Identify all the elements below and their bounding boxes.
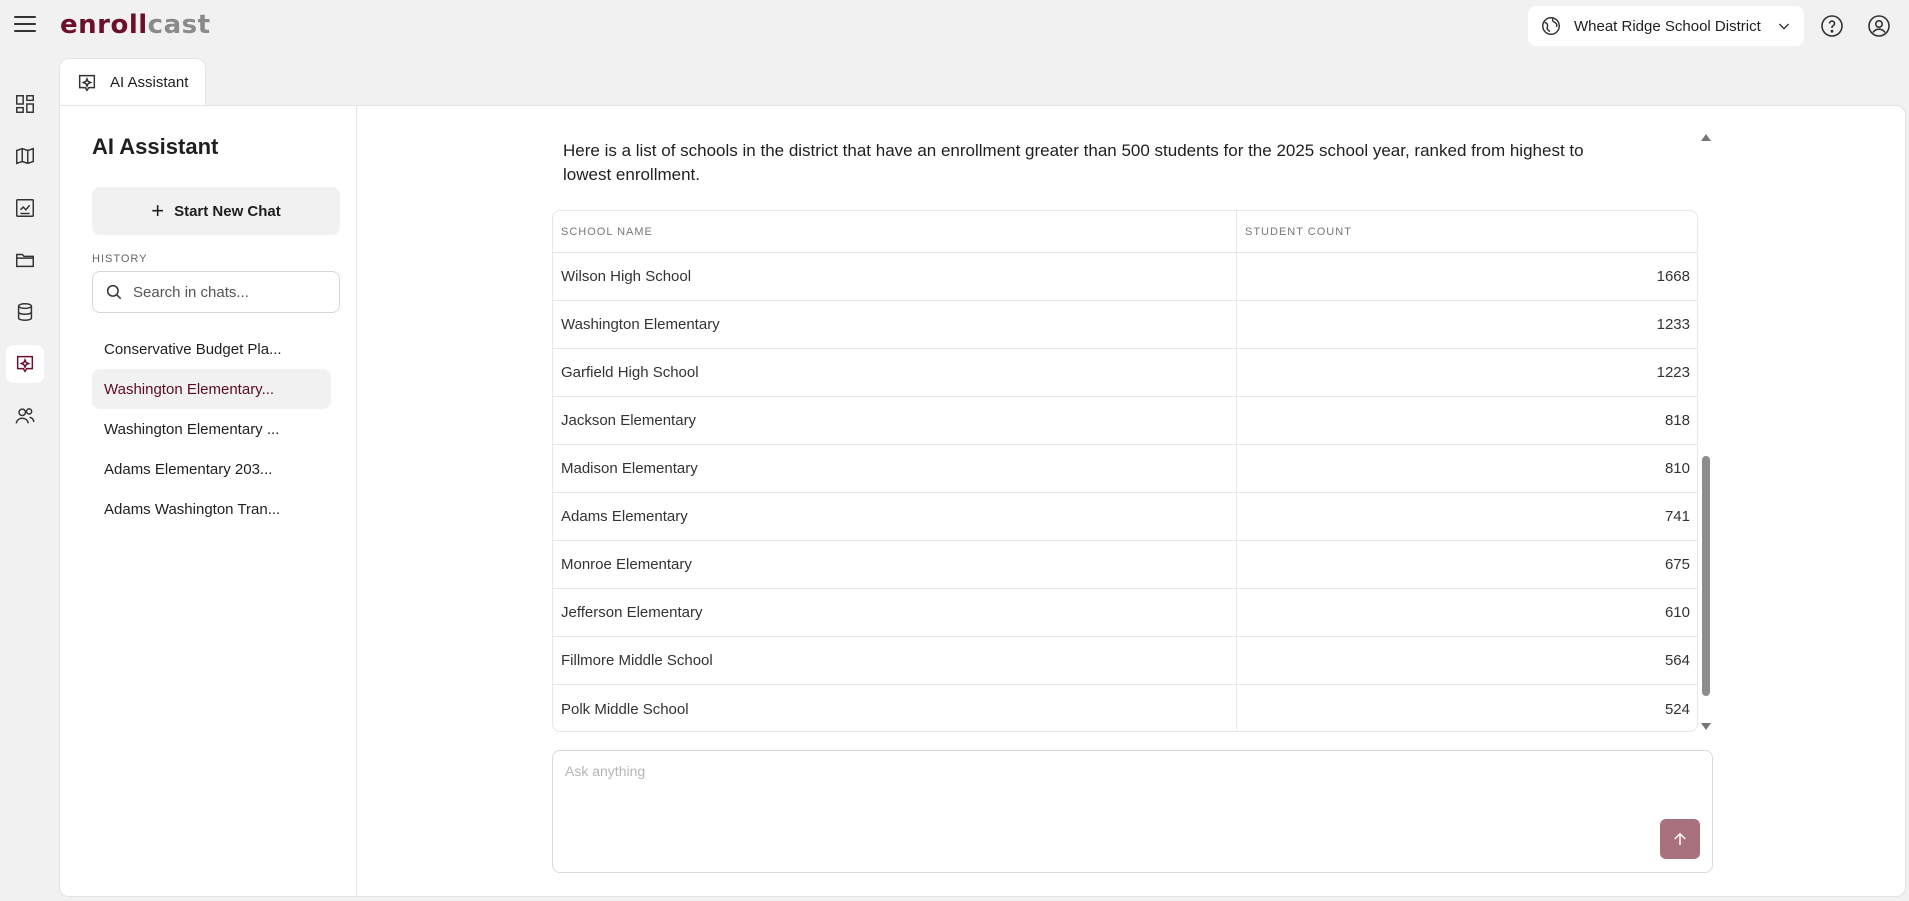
- column-header-student-count: STUDENT COUNT: [1245, 225, 1352, 238]
- district-name: Wheat Ridge School District: [1574, 17, 1761, 35]
- ai-assistant-icon: [16, 355, 34, 373]
- database-icon: [17, 303, 33, 321]
- table-row: Jefferson Elementary 610: [553, 589, 1697, 637]
- arrow-up-icon: [1674, 832, 1686, 845]
- school-name-cell: Washington Elementary: [553, 301, 1237, 348]
- history-item[interactable]: Washington Elementary ...: [92, 409, 331, 449]
- menu-icon[interactable]: [14, 16, 36, 34]
- logo-part-enroll: enroll: [60, 10, 148, 40]
- message-input[interactable]: [565, 763, 1645, 823]
- nav-map[interactable]: [6, 137, 44, 175]
- search-icon: [106, 284, 122, 300]
- history-item[interactable]: Adams Washington Tran...: [92, 489, 331, 529]
- school-name-cell: Monroe Elementary: [553, 541, 1237, 588]
- search-input[interactable]: [133, 283, 323, 301]
- dashboard-icon: [16, 95, 34, 113]
- chat-search: [92, 271, 340, 313]
- table-row: Jackson Elementary 818: [553, 397, 1697, 445]
- assistant-message: Here is a list of schools in the distric…: [563, 141, 1584, 184]
- nav-ai-assistant[interactable]: [6, 345, 44, 383]
- ai-assistant-icon: [78, 74, 96, 92]
- table-header: SCHOOL NAME STUDENT COUNT: [553, 211, 1697, 253]
- nav-dashboard[interactable]: [6, 85, 44, 123]
- scrollbar-thumb[interactable]: [1702, 456, 1710, 696]
- plus-icon: +: [151, 198, 165, 223]
- tab-label: AI Assistant: [110, 74, 189, 91]
- map-icon: [16, 147, 34, 165]
- school-name-cell: Adams Elementary: [553, 493, 1237, 540]
- student-count-cell: 1223: [1656, 364, 1690, 381]
- folder-icon: [16, 253, 34, 268]
- history-item-active[interactable]: Washington Elementary...: [92, 369, 331, 409]
- student-count-cell: 741: [1664, 508, 1690, 525]
- help-icon[interactable]: [1820, 14, 1844, 38]
- users-icon: [15, 408, 35, 424]
- school-name-cell: Wilson High School: [553, 253, 1237, 300]
- chat-sidebar: AI Assistant + Start New Chat HISTORY Co…: [60, 106, 357, 896]
- table-row: Wilson High School 1668: [553, 253, 1697, 301]
- start-new-chat-button[interactable]: + Start New Chat: [92, 187, 340, 235]
- nav-reports[interactable]: [6, 189, 44, 227]
- table-row: Polk Middle School 524: [553, 685, 1697, 731]
- school-name-cell: Polk Middle School: [553, 685, 1237, 731]
- table-row: Washington Elementary 1233: [553, 301, 1697, 349]
- history-item[interactable]: Adams Elementary 203...: [92, 449, 331, 489]
- start-new-chat-label: Start New Chat: [174, 202, 281, 220]
- student-count-cell: 818: [1664, 412, 1690, 429]
- table-row: Fillmore Middle School 564: [553, 637, 1697, 685]
- student-count-cell: 610: [1664, 604, 1690, 621]
- nav-files[interactable]: [6, 241, 44, 279]
- column-header-school-name: SCHOOL NAME: [553, 211, 1237, 252]
- top-bar: enrollcast Wheat Ridge School District: [0, 0, 1909, 52]
- nav-rail: [0, 52, 50, 901]
- student-count-cell: 1233: [1656, 316, 1690, 333]
- logo[interactable]: enrollcast: [60, 10, 211, 40]
- chevron-down-icon: [1778, 23, 1790, 30]
- sidebar-title: AI Assistant: [92, 134, 219, 159]
- main-panel: AI Assistant + Start New Chat HISTORY Co…: [59, 105, 1906, 897]
- history-item[interactable]: Conservative Budget Pla...: [92, 329, 331, 369]
- logo-part-cast: cast: [147, 10, 211, 40]
- district-selector[interactable]: Wheat Ridge School District: [1528, 6, 1804, 46]
- school-name-cell: Jackson Elementary: [553, 397, 1237, 444]
- scroll-up-arrow[interactable]: [1701, 134, 1711, 141]
- globe-icon: [1542, 17, 1560, 35]
- school-name-cell: Madison Elementary: [553, 445, 1237, 492]
- table-row: Madison Elementary 810: [553, 445, 1697, 493]
- school-name-cell: Garfield High School: [553, 349, 1237, 396]
- school-name-cell: Jefferson Elementary: [553, 589, 1237, 636]
- nav-users[interactable]: [6, 397, 44, 435]
- student-count-cell: 675: [1664, 556, 1690, 573]
- account-icon[interactable]: [1867, 14, 1891, 38]
- history-label: HISTORY: [92, 253, 148, 265]
- report-icon: [16, 199, 34, 217]
- scroll-down-arrow[interactable]: [1701, 723, 1711, 730]
- student-count-cell: 810: [1664, 460, 1690, 477]
- nav-data[interactable]: [6, 293, 44, 331]
- student-count-cell: 564: [1664, 652, 1690, 669]
- send-button[interactable]: [1660, 819, 1700, 859]
- message-composer: [552, 750, 1713, 873]
- table-row: Garfield High School 1223: [553, 349, 1697, 397]
- tab-ai-assistant[interactable]: AI Assistant: [59, 58, 206, 106]
- student-count-cell: 1668: [1656, 268, 1690, 285]
- school-name-cell: Fillmore Middle School: [553, 637, 1237, 684]
- table-row: Adams Elementary 741: [553, 493, 1697, 541]
- results-table: SCHOOL NAME STUDENT COUNT Wilson High Sc…: [552, 210, 1698, 732]
- table-row: Monroe Elementary 675: [553, 541, 1697, 589]
- student-count-cell: 524: [1664, 700, 1690, 718]
